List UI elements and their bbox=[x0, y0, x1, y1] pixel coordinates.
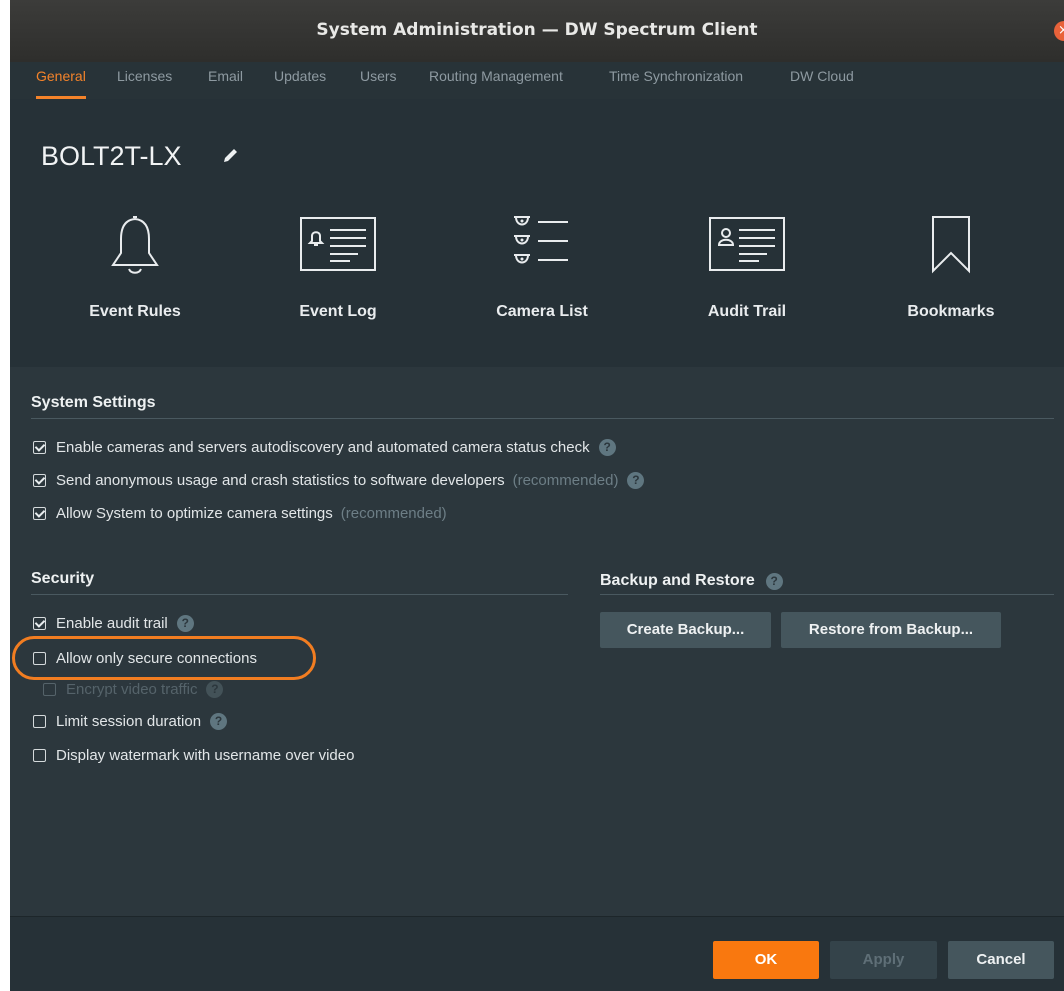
watermark-checkbox[interactable]: Display watermark with username over vid… bbox=[33, 744, 354, 766]
encrypt-video-checkbox: Encrypt video traffic ? bbox=[43, 678, 224, 700]
tab-routing-management[interactable]: Routing Management bbox=[429, 62, 563, 99]
tab-dw-cloud[interactable]: DW Cloud bbox=[790, 62, 854, 99]
tab-general[interactable]: General bbox=[36, 62, 86, 99]
checkbox-label: Allow only secure connections bbox=[56, 649, 257, 667]
tab-email[interactable]: Email bbox=[208, 62, 243, 99]
section-divider bbox=[31, 418, 1054, 419]
tab-bar: General Licenses Email Updates Users Rou… bbox=[10, 62, 1064, 100]
usage-statistics-checkbox[interactable]: Send anonymous usage and crash statistic… bbox=[33, 469, 645, 491]
help-icon[interactable]: ? bbox=[176, 614, 194, 632]
tile-audit-trail[interactable]: Audit Trail bbox=[662, 209, 832, 339]
checkbox-label: Enable cameras and servers autodiscovery… bbox=[56, 438, 590, 456]
backup-restore-title: Backup and Restore bbox=[600, 572, 755, 589]
checkbox-icon[interactable] bbox=[33, 714, 46, 728]
recommended-note: (recommended) bbox=[512, 471, 619, 489]
checkbox-icon[interactable] bbox=[33, 651, 46, 665]
optimize-camera-checkbox[interactable]: Allow System to optimize camera settings… bbox=[33, 502, 447, 524]
system-administration-window: System Administration — DW Spectrum Clie… bbox=[10, 0, 1064, 991]
checkbox-label: Enable audit trail bbox=[56, 614, 168, 632]
event-log-icon bbox=[300, 217, 376, 271]
tile-bookmarks[interactable]: Bookmarks bbox=[866, 209, 1036, 339]
help-icon[interactable]: ? bbox=[765, 572, 783, 590]
checkbox-icon[interactable] bbox=[33, 616, 46, 630]
checkbox-icon[interactable] bbox=[33, 440, 46, 454]
restore-backup-button[interactable]: Restore from Backup... bbox=[781, 612, 1001, 648]
checkbox-icon bbox=[43, 682, 56, 696]
settings-body: System Settings Enable cameras and serve… bbox=[10, 367, 1064, 916]
create-backup-button[interactable]: Create Backup... bbox=[600, 612, 771, 648]
tab-licenses[interactable]: Licenses bbox=[117, 62, 172, 99]
section-divider bbox=[600, 594, 1054, 595]
recommended-note: (recommended) bbox=[340, 504, 447, 522]
help-icon[interactable]: ? bbox=[210, 712, 228, 730]
session-duration-checkbox[interactable]: Limit session duration ? bbox=[33, 710, 228, 732]
help-icon[interactable]: ? bbox=[627, 471, 645, 489]
bookmark-icon bbox=[932, 216, 970, 274]
system-name: BOLT2T-LX bbox=[41, 141, 182, 171]
checkbox-label: Display watermark with username over vid… bbox=[56, 746, 355, 764]
checkbox-label: Encrypt video traffic bbox=[66, 680, 198, 698]
checkbox-label: Allow System to optimize camera settings bbox=[56, 504, 333, 522]
checkbox-icon[interactable] bbox=[33, 473, 46, 487]
tile-label: Event Log bbox=[299, 303, 377, 320]
checkbox-label: Limit session duration bbox=[56, 712, 202, 730]
section-divider bbox=[31, 594, 568, 595]
system-settings-title: System Settings bbox=[31, 394, 156, 411]
checkbox-label: Send anonymous usage and crash statistic… bbox=[56, 471, 505, 489]
tile-label: Bookmarks bbox=[907, 303, 995, 320]
bell-icon bbox=[111, 216, 159, 274]
help-icon[interactable]: ? bbox=[598, 438, 616, 456]
tile-label: Audit Trail bbox=[707, 303, 787, 320]
pencil-icon[interactable] bbox=[221, 145, 241, 165]
tab-updates[interactable]: Updates bbox=[274, 62, 326, 99]
title-bar[interactable]: System Administration — DW Spectrum Clie… bbox=[10, 0, 1064, 62]
audit-trail-icon bbox=[709, 217, 785, 271]
tile-label: Camera List bbox=[496, 303, 588, 320]
apply-button[interactable]: Apply bbox=[830, 941, 937, 979]
autodiscovery-checkbox[interactable]: Enable cameras and servers autodiscovery… bbox=[33, 436, 616, 458]
tab-time-synchronization[interactable]: Time Synchronization bbox=[609, 62, 743, 99]
tab-users[interactable]: Users bbox=[360, 62, 397, 99]
tile-camera-list[interactable]: Camera List bbox=[457, 209, 627, 339]
window-title: System Administration — DW Spectrum Clie… bbox=[316, 20, 758, 40]
audit-trail-checkbox[interactable]: Enable audit trail ? bbox=[33, 612, 194, 634]
tile-event-rules[interactable]: Event Rules bbox=[50, 209, 220, 339]
tile-label: Event Rules bbox=[89, 303, 181, 320]
camera-list-icon bbox=[514, 216, 568, 264]
tile-event-log[interactable]: Event Log bbox=[253, 209, 423, 339]
help-icon: ? bbox=[206, 680, 224, 698]
dialog-footer: OK Apply Cancel bbox=[10, 916, 1064, 991]
backup-restore-header: Backup and Restore ? bbox=[600, 570, 783, 592]
checkbox-icon[interactable] bbox=[33, 506, 46, 520]
checkbox-icon[interactable] bbox=[33, 748, 46, 762]
security-title: Security bbox=[31, 570, 95, 587]
cancel-button[interactable]: Cancel bbox=[948, 941, 1054, 979]
ok-button[interactable]: OK bbox=[713, 941, 819, 979]
system-header: BOLT2T-LX Event Rules Event Log Camera L… bbox=[10, 99, 1064, 367]
secure-connections-checkbox[interactable]: Allow only secure connections bbox=[33, 647, 257, 669]
